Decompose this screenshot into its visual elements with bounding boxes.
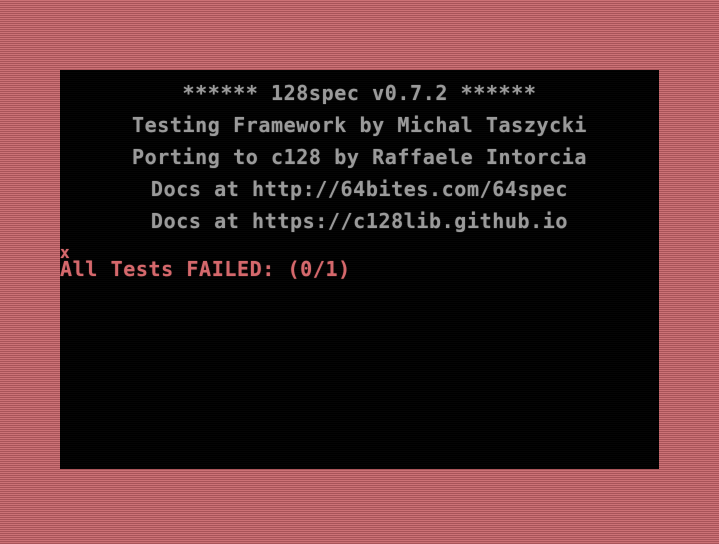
docs-line-c128lib: Docs at https://c128lib.github.io <box>150 209 569 233</box>
title-line: ****** 128spec v0.7.2 ****** <box>182 81 537 105</box>
test-summary: All Tests FAILED: (0/1) <box>60 257 351 281</box>
credit-line-framework: Testing Framework by Michal Taszycki <box>131 113 588 137</box>
docs-line-64bites: Docs at http://64bites.com/64spec <box>150 177 569 201</box>
c128-screen: ****** 128spec v0.7.2 ****** Testing Fra… <box>60 70 659 469</box>
credit-line-porting: Porting to c128 by Raffaele Intorcia <box>131 145 588 169</box>
